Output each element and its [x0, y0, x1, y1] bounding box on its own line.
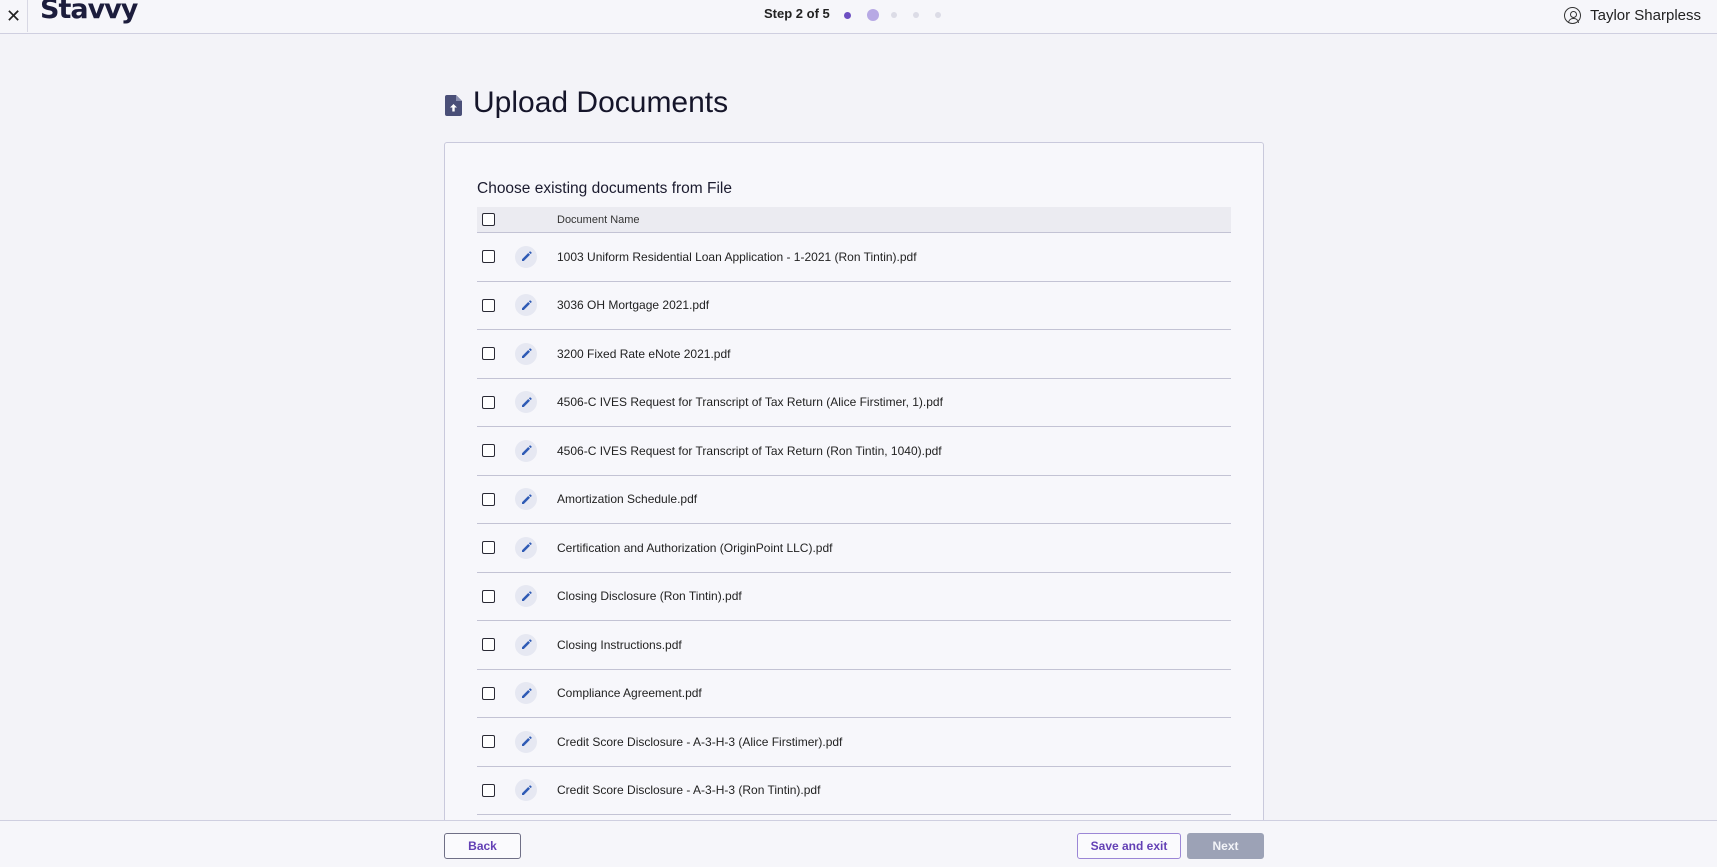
step-dot-4 [913, 12, 919, 18]
edit-button[interactable] [515, 391, 537, 414]
edit-button[interactable] [515, 439, 537, 462]
step-progress [844, 9, 957, 21]
table-row: Compliance Agreement.pdf [477, 670, 1231, 718]
edit-button[interactable] [515, 730, 537, 753]
document-name: Compliance Agreement.pdf [557, 686, 702, 701]
close-icon: ✕ [5, 5, 22, 26]
top-bar: ✕ Stavvy Step 2 of 5 Taylor Sharpless [0, 0, 1717, 34]
logo: Stavvy [40, 0, 138, 25]
row-checkbox[interactable] [482, 347, 495, 361]
table-row: 4506-C IVES Request for Transcript of Ta… [477, 427, 1231, 476]
select-all-checkbox[interactable] [482, 213, 495, 226]
pencil-icon [521, 591, 532, 601]
document-name: Credit Score Disclosure - A-3-H-3 (Alice… [557, 734, 843, 749]
document-name: Closing Instructions.pdf [557, 637, 682, 652]
row-checkbox[interactable] [482, 783, 495, 797]
document-name: Amortization Schedule.pdf [557, 492, 698, 507]
edit-button[interactable] [515, 585, 537, 608]
user-menu[interactable]: Taylor Sharpless [1564, 7, 1701, 24]
pencil-icon [521, 542, 532, 553]
document-name: Closing Disclosure (Ron Tintin).pdf [557, 589, 742, 604]
table-row: Credit Score Disclosure - A-3-H-3 (Alice… [477, 718, 1231, 767]
save-and-exit-button[interactable]: Save and exit [1077, 833, 1181, 859]
step-dot-3 [891, 12, 897, 18]
edit-button[interactable] [515, 488, 537, 511]
table-row: Credit Score Disclosure - A-3-H-3 (Ron T… [477, 767, 1231, 815]
pencil-icon [521, 445, 532, 456]
row-checkbox[interactable] [482, 589, 495, 603]
page-title: Upload Documents [445, 86, 728, 120]
step-label: Step 2 of 5 [764, 6, 830, 21]
file-upload-icon [445, 94, 462, 116]
table-row: Certification and Authorization (OriginP… [477, 524, 1231, 573]
document-name: 4506-C IVES Request for Transcript of Ta… [557, 443, 942, 458]
row-checkbox[interactable] [482, 638, 495, 652]
table-row: 3036 OH Mortgage 2021.pdf [477, 282, 1231, 330]
step-dot-2 [867, 9, 879, 21]
row-checkbox[interactable] [482, 686, 495, 700]
documents-table: Document Name 1003 Uniform Residential L… [477, 207, 1231, 815]
table-header: Document Name [477, 207, 1231, 233]
card-subtitle: Choose existing documents from File [477, 180, 733, 197]
table-row: 1003 Uniform Residential Loan Applicatio… [477, 233, 1231, 282]
row-checkbox[interactable] [482, 250, 495, 264]
row-checkbox[interactable] [482, 298, 495, 312]
pencil-icon [521, 736, 532, 747]
document-name: Certification and Authorization (OriginP… [557, 540, 833, 555]
back-button[interactable]: Back [444, 833, 521, 859]
table-row: 4506-C IVES Request for Transcript of Ta… [477, 379, 1231, 427]
step-dot-1 [844, 11, 851, 19]
table-row: Closing Instructions.pdf [477, 621, 1231, 670]
step-dot-5 [935, 12, 941, 18]
edit-button[interactable] [515, 245, 537, 268]
row-checkbox[interactable] [482, 492, 495, 506]
edit-button[interactable] [515, 294, 537, 317]
document-name: 3200 Fixed Rate eNote 2021.pdf [557, 346, 731, 361]
row-checkbox[interactable] [482, 444, 495, 458]
edit-button[interactable] [515, 342, 537, 365]
page-title-text: Upload Documents [473, 86, 729, 119]
documents-card: Choose existing documents from File Docu… [444, 142, 1264, 832]
row-checkbox[interactable] [482, 735, 495, 749]
document-name: 1003 Uniform Residential Loan Applicatio… [557, 249, 917, 264]
next-button[interactable]: Next [1187, 833, 1264, 859]
pencil-icon [521, 300, 532, 310]
table-body: 1003 Uniform Residential Loan Applicatio… [477, 233, 1231, 815]
table-row: Closing Disclosure (Ron Tintin).pdf [477, 573, 1231, 621]
table-row: 3200 Fixed Rate eNote 2021.pdf [477, 330, 1231, 379]
edit-button[interactable] [515, 779, 537, 802]
pencil-icon [521, 639, 532, 650]
edit-button[interactable] [515, 536, 537, 559]
bottom-bar: Back Save and exit Next [0, 820, 1717, 867]
edit-button[interactable] [515, 633, 537, 656]
close-button[interactable]: ✕ [0, 0, 28, 32]
pencil-icon [521, 494, 532, 504]
pencil-icon [521, 397, 532, 407]
edit-button[interactable] [515, 682, 537, 705]
pencil-icon [521, 251, 532, 262]
column-header-document-name: Document Name [557, 213, 640, 226]
user-name: Taylor Sharpless [1590, 7, 1701, 24]
pencil-icon [521, 688, 532, 698]
pencil-icon [521, 348, 532, 359]
table-row: Amortization Schedule.pdf [477, 476, 1231, 524]
user-avatar-icon [1564, 7, 1582, 24]
row-checkbox[interactable] [482, 395, 495, 409]
document-name: 4506-C IVES Request for Transcript of Ta… [557, 395, 943, 410]
document-name: Credit Score Disclosure - A-3-H-3 (Ron T… [557, 783, 821, 798]
document-name: 3036 OH Mortgage 2021.pdf [557, 298, 710, 313]
row-checkbox[interactable] [482, 541, 495, 555]
pencil-icon [521, 785, 532, 795]
